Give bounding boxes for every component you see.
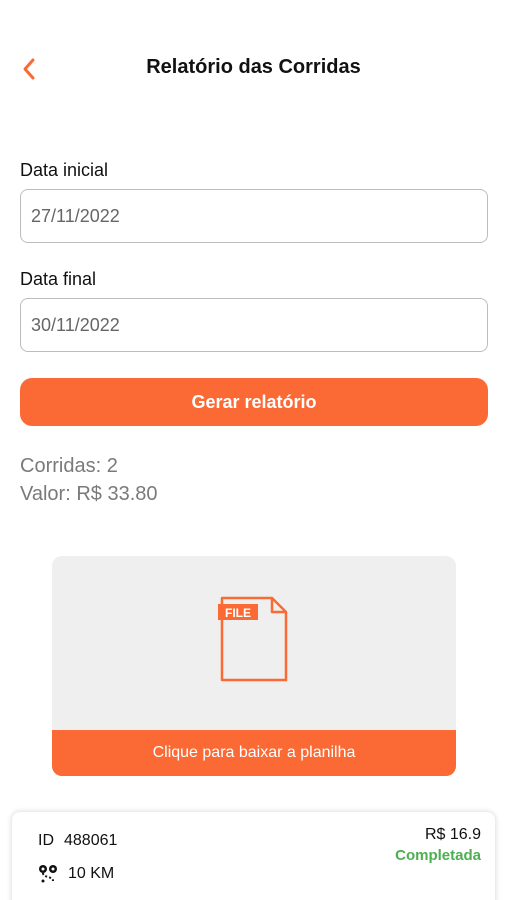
start-date-field[interactable] [20,189,488,243]
header: Relatório das Corridas [0,50,507,88]
ride-card[interactable]: ID 488061 10 KM R$ 16.9 Completada [12,812,495,900]
generate-report-button[interactable]: Gerar relatório [20,378,488,426]
end-date-label: Data final [20,269,97,289]
total-value: Valor: R$ 33.80 [20,483,158,505]
generate-report-label: Gerar relatório [191,391,317,412]
ride-distance-row: 10 KM [38,864,114,884]
ride-id-label: ID [38,832,54,849]
rides-count: Corridas: 2 [20,455,118,477]
route-icon [39,865,57,883]
end-date-field[interactable] [20,298,488,352]
file-badge-text: FILE [225,606,251,620]
start-date-label: Data inicial [20,160,109,180]
ride-status-badge: Completada [395,847,481,864]
file-icon: FILE [218,596,288,682]
ride-distance-value: 10 KM [68,865,115,882]
download-bar[interactable]: Clique para baixar a planilha [52,730,456,776]
ride-price: R$ 16.9 [424,826,481,843]
ride-id-value: 488061 [64,832,118,849]
download-label: Clique para baixar a planilha [152,744,356,761]
page-title: Relatório das Corridas [146,56,361,78]
report-summary: Corridas: 2 Valor: R$ 33.80 [20,452,158,508]
ride-id-row: ID 488061 [38,832,117,850]
download-spreadsheet-card[interactable]: FILE Clique para baixar a planilha [52,556,456,776]
